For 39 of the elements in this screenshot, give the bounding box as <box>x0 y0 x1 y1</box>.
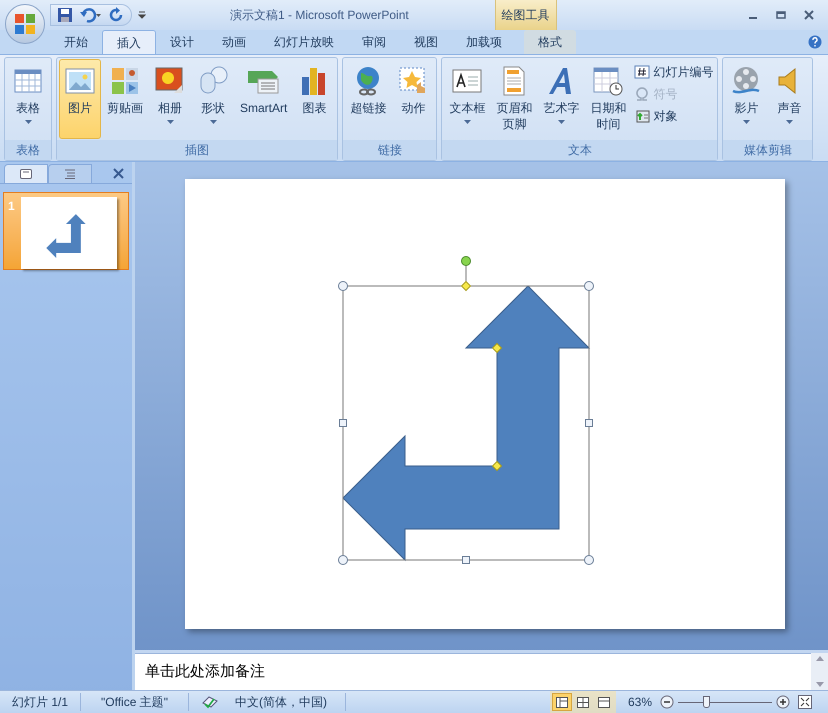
ribbon-button[interactable]: 文本框 <box>444 59 490 139</box>
ribbon-tab[interactable]: 设计 <box>156 30 208 54</box>
ribbon-tab[interactable]: 加载项 <box>452 30 516 54</box>
ribbon-button[interactable]: 日期和 时间 <box>585 59 632 139</box>
ribbon-tab[interactable]: 开始 <box>50 30 102 54</box>
slide-count: 幻灯片 1/1 <box>0 693 82 711</box>
ribbon-button[interactable]: 图表 <box>293 59 336 139</box>
group-label: 插图 <box>57 140 338 160</box>
ribbon-button[interactable]: 超链接 <box>345 59 392 139</box>
language: 中文(简体，中国) <box>235 693 346 711</box>
ribbon-button[interactable]: 形状 <box>192 59 234 139</box>
context-tab-title: 绘图工具 <box>494 0 557 30</box>
ribbon-small-button[interactable]: 幻灯片编号 <box>632 61 716 83</box>
ribbon-small-button[interactable]: 对象 <box>632 105 716 127</box>
ribbon-button[interactable]: SmartArt <box>235 59 292 139</box>
ribbon-tab[interactable]: 审阅 <box>348 30 400 54</box>
group-label: 表格 <box>5 140 51 160</box>
ribbon-button[interactable]: 表格 <box>7 59 49 139</box>
window-title: 演示文稿1 - Microsoft PowerPoint <box>230 7 409 24</box>
group-label: 链接 <box>343 140 436 160</box>
notes-field[interactable]: 单击此处添加备注 <box>135 653 811 690</box>
group-label: 文本 <box>442 140 718 160</box>
ribbon-button[interactable]: 动作 <box>392 59 434 139</box>
ribbon-tab[interactable]: 幻灯片放映 <box>260 30 348 54</box>
zoom-level[interactable]: 63% <box>628 693 652 711</box>
theme-name: "Office 主题" <box>81 693 189 711</box>
group-label: 媒体剪辑 <box>723 140 812 160</box>
ribbon-button[interactable]: 声音 <box>768 59 810 139</box>
ribbon-tab[interactable]: 格式 <box>524 30 576 54</box>
ribbon-button[interactable]: 图片 <box>59 59 101 139</box>
ribbon-button[interactable]: 影片 <box>725 59 768 139</box>
ribbon-button[interactable]: 剪贴画 <box>102 59 148 139</box>
ribbon-tab[interactable]: 动画 <box>208 30 260 54</box>
ribbon-button[interactable]: 艺术字 <box>538 59 584 139</box>
ribbon-tab[interactable]: 视图 <box>400 30 452 54</box>
slide-number: 1 <box>8 198 15 215</box>
ribbon-button[interactable]: 页眉和 页脚 <box>491 59 538 139</box>
ribbon-tab[interactable]: 插入 <box>102 30 156 54</box>
ribbon-button[interactable]: 相册 <box>149 59 191 139</box>
